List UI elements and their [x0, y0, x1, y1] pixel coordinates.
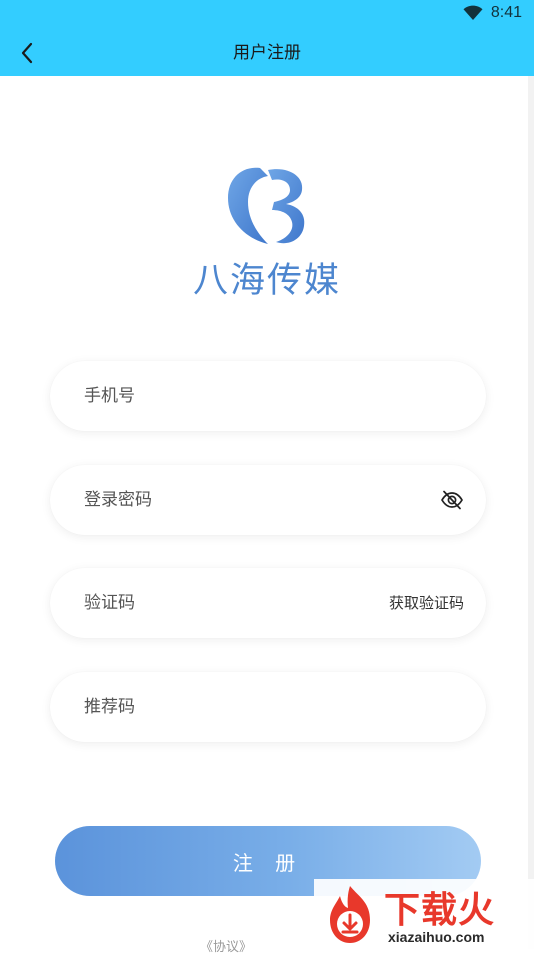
scroll-edge	[528, 76, 534, 949]
password-input[interactable]	[84, 465, 404, 535]
brand-logo: 八海传媒	[184, 158, 350, 301]
bahai-logo-icon	[228, 167, 305, 244]
get-code-button[interactable]: 获取验证码	[389, 568, 464, 638]
eye-off-icon[interactable]	[440, 489, 464, 511]
title-bar: 用户注册	[0, 30, 534, 76]
status-time: 8:41	[490, 4, 522, 21]
phone-input[interactable]	[84, 361, 464, 431]
referral-input[interactable]	[84, 672, 464, 742]
brand-name: 八海传媒	[192, 261, 341, 301]
referral-field	[50, 672, 486, 742]
status-right: 8:41	[463, 4, 522, 22]
chevron-left-icon	[21, 42, 33, 64]
back-button[interactable]	[12, 38, 42, 68]
code-field: 获取验证码	[50, 568, 486, 638]
watermark-brand: 下载火	[384, 890, 496, 931]
status-bar: 8:41	[0, 0, 534, 30]
agreement-link[interactable]: 《协议》	[200, 936, 252, 955]
watermark: 下载火 xiazaihuo.com	[314, 879, 534, 949]
page-title: 用户注册	[233, 43, 301, 63]
phone-field	[50, 361, 486, 431]
flame-download-icon	[330, 886, 370, 943]
watermark-url: xiazaihuo.com	[388, 929, 485, 945]
code-input[interactable]	[84, 568, 334, 638]
wifi-icon	[463, 5, 483, 20]
password-field	[50, 465, 486, 535]
